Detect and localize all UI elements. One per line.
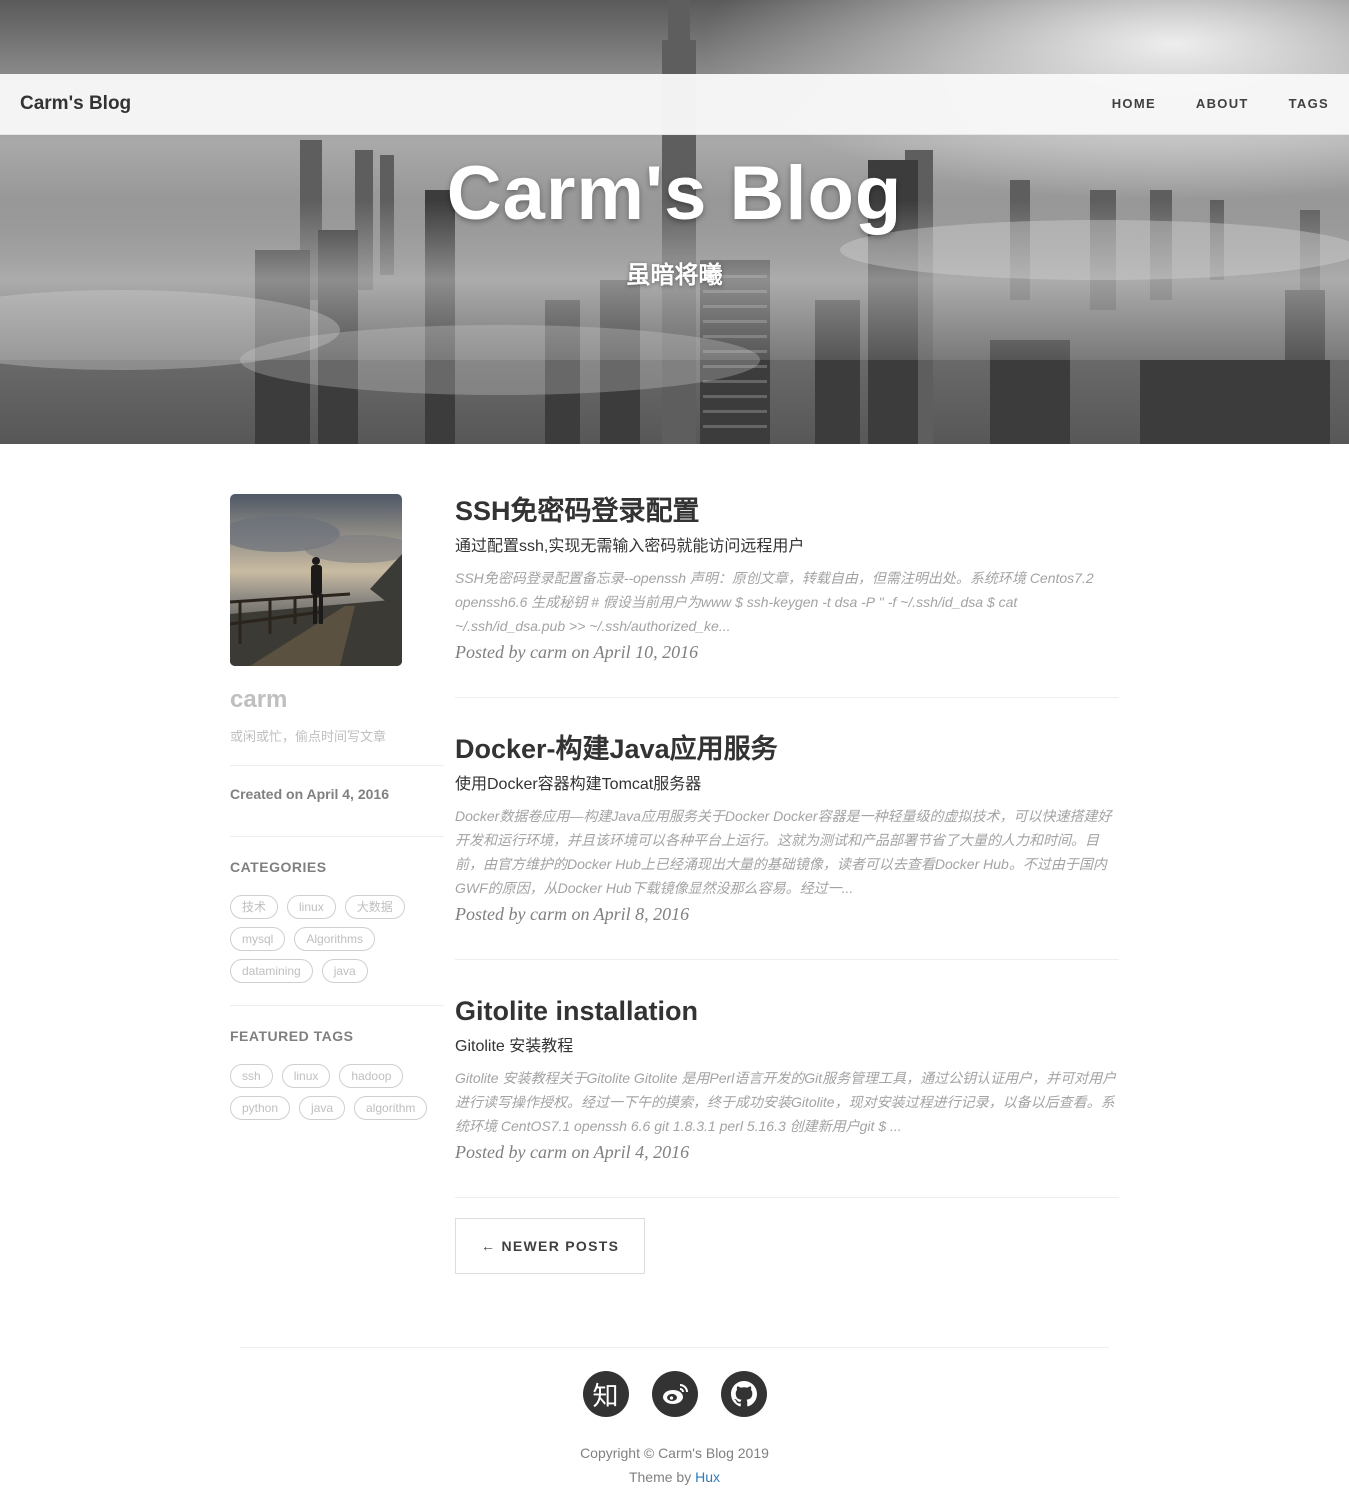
weibo-glyph: [662, 1384, 688, 1404]
theme-link[interactable]: Hux: [695, 1469, 720, 1485]
hero-subtitle: 虽暗将曦: [626, 262, 723, 289]
post-title[interactable]: Docker-构建Java应用服务: [455, 732, 1119, 766]
copyright-text: Copyright © Carm's Blog 2019: [580, 1445, 769, 1461]
sidebar-divider: [230, 1005, 444, 1006]
category-tag[interactable]: linux: [287, 895, 336, 919]
categories-title: CATEGORIES: [230, 859, 327, 875]
featured-tag[interactable]: python: [230, 1096, 291, 1120]
featured-tag[interactable]: algorithm: [354, 1096, 428, 1120]
post-meta: Posted by carm on April 10, 2016: [455, 642, 699, 662]
hero-banner: Carm's Blog 虽暗将曦: [0, 0, 1349, 444]
post-subtitle[interactable]: 使用Docker容器构建Tomcat服务器: [455, 774, 1119, 796]
post-preview: Gitolite installation Gitolite 安装教程 Gito…: [455, 994, 1119, 1198]
github-glyph: [730, 1381, 757, 1407]
footer-divider: [240, 1347, 1109, 1348]
featured-tags-list: ssh linux hadoop python java algorithm: [230, 1064, 444, 1120]
newer-posts-button[interactable]: ← NEWER POSTS: [455, 1218, 646, 1274]
featured-tag[interactable]: linux: [281, 1064, 331, 1088]
category-tag[interactable]: mysql: [230, 927, 286, 951]
created-date: Created on April 4, 2016: [230, 786, 389, 802]
post-meta: Posted by carm on April 8, 2016: [455, 904, 690, 924]
post-meta: Posted by carm on April 4, 2016: [455, 1142, 690, 1162]
weibo-icon[interactable]: [651, 1371, 698, 1417]
nav-tags-link[interactable]: TAGS: [1289, 96, 1329, 111]
featured-tags-title: FEATURED TAGS: [230, 1028, 354, 1044]
categories-list: 技术 linux 大数据 mysql Algorithms datamining…: [230, 895, 444, 983]
featured-tag[interactable]: hadoop: [339, 1064, 404, 1088]
featured-tag[interactable]: ssh: [230, 1064, 273, 1088]
post-subtitle[interactable]: 通过配置ssh,实现无需输入密码就能访问远程用户: [455, 536, 1119, 558]
nav-links: HOME ABOUT TAGS: [1112, 96, 1329, 111]
post-title[interactable]: SSH免密码登录配置: [455, 494, 1119, 528]
nav-about-link[interactable]: ABOUT: [1196, 96, 1249, 111]
navbar-brand[interactable]: Carm's Blog: [20, 93, 131, 115]
theme-prefix: Theme by: [628, 1469, 696, 1485]
github-icon[interactable]: [720, 1371, 767, 1417]
post-title[interactable]: Gitolite installation: [455, 994, 1119, 1028]
post-excerpt[interactable]: Gitolite 安装教程关于Gitolite Gitolite 是用Perl语…: [455, 1066, 1119, 1138]
category-tag[interactable]: 大数据: [344, 895, 405, 919]
hero-title: Carm's Blog: [446, 151, 903, 236]
category-tag[interactable]: java: [321, 959, 368, 983]
post-subtitle[interactable]: Gitolite 安装教程: [455, 1036, 1119, 1058]
zhihu-icon[interactable]: 知: [582, 1371, 629, 1417]
avatar[interactable]: [230, 494, 402, 666]
category-tag[interactable]: Algorithms: [294, 927, 376, 951]
featured-tag[interactable]: java: [299, 1096, 346, 1120]
post-preview: SSH免密码登录配置 通过配置ssh,实现无需输入密码就能访问远程用户 SSH免…: [455, 494, 1119, 698]
post-excerpt[interactable]: Docker数据卷应用—构建Java应用服务关于Docker Docker容器是…: [455, 804, 1119, 900]
post-preview: Docker-构建Java应用服务 使用Docker容器构建Tomcat服务器 …: [455, 732, 1119, 960]
author-bio: 或闲或忙，偷点时间写文章: [230, 729, 387, 744]
top-navbar: Carm's Blog HOME ABOUT TAGS: [0, 74, 1349, 135]
sidebar-divider: [230, 765, 444, 766]
sidebar-divider: [230, 836, 444, 837]
social-links: 知: [0, 1371, 1349, 1417]
category-tag[interactable]: 技术: [230, 895, 279, 919]
zhihu-glyph: 知: [592, 1381, 619, 1412]
post-excerpt[interactable]: SSH免密码登录配置备忘录--openssh 声明：原创文章，转载自由，但需注明…: [455, 566, 1119, 638]
category-tag[interactable]: datamining: [230, 959, 313, 983]
author-name: carm: [230, 686, 288, 713]
sidebar: carm 或闲或忙，偷点时间写文章 Created on April 4, 20…: [230, 494, 444, 1120]
post-list: SSH免密码登录配置 通过配置ssh,实现无需输入密码就能访问远程用户 SSH免…: [455, 494, 1119, 1274]
theme-credit: Theme by Hux: [0, 1469, 1349, 1485]
nav-home-link[interactable]: HOME: [1112, 96, 1156, 111]
